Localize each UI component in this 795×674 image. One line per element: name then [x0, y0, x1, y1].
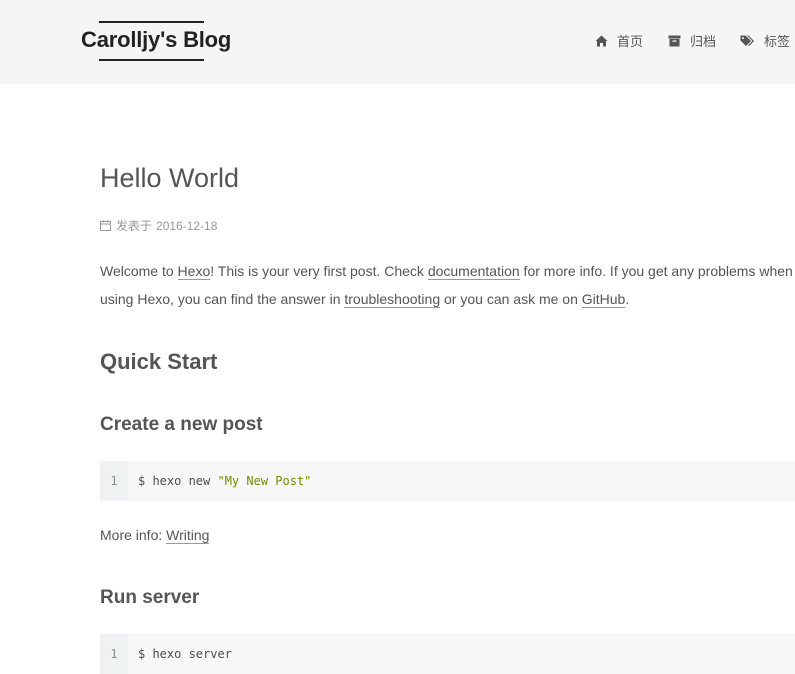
code-string: "My New Post": [217, 474, 312, 488]
run-server-heading: Run server: [100, 587, 200, 608]
post-meta-prefix: 发表于: [116, 219, 153, 233]
brand-line-bottom: [99, 59, 204, 61]
intro-line-1: Welcome to Hexo! This is your very first…: [100, 257, 793, 285]
create-post-heading: Create a new post: [100, 414, 263, 435]
quick-start-heading: Quick Start: [100, 349, 218, 374]
code-command: $ hexo new: [138, 474, 218, 488]
code-block-new-post: 1 $ hexo new "My New Post": [100, 461, 795, 501]
archive-icon: [668, 35, 681, 46]
hexo-link[interactable]: Hexo: [177, 263, 211, 280]
code-block-server: 1 $ hexo server: [100, 634, 795, 674]
github-link[interactable]: GitHub: [581, 291, 626, 308]
menu-item-home[interactable]: 首页: [595, 31, 643, 50]
code-line-number: 1: [100, 461, 128, 501]
intro-text-5: or you can ask me on: [440, 291, 582, 307]
writing-link[interactable]: Writing: [166, 527, 210, 544]
code-line-number: 1: [100, 634, 128, 674]
intro-text-6: .: [625, 291, 630, 307]
tags-icon: [740, 35, 754, 46]
code-line: $ hexo server: [138, 634, 232, 674]
troubleshooting-link[interactable]: troubleshooting: [344, 291, 441, 308]
brand-line-top: [99, 21, 204, 23]
home-icon: [595, 35, 608, 46]
site-brand[interactable]: Carolljy's Blog: [81, 21, 231, 61]
menu-item-tags[interactable]: 标签: [740, 31, 790, 50]
menu-label-home: 首页: [617, 35, 644, 50]
intro-text-4: using Hexo, you can find the answer in: [100, 291, 345, 307]
site-title[interactable]: Carolljy's Blog: [81, 27, 231, 53]
menu-item-archive[interactable]: 归档: [668, 31, 716, 50]
menu-label-tags: 标签: [764, 35, 791, 50]
menu-label-archive: 归档: [690, 35, 717, 50]
post-title[interactable]: Hello World: [100, 163, 239, 194]
intro-text-2: ! This is your very first post. Check: [210, 263, 428, 279]
post-date: 2016-12-18: [156, 218, 218, 233]
code-line: $ hexo new "My New Post": [138, 461, 311, 501]
site-header: Carolljy's Blog 首页 归档 标签: [0, 0, 795, 84]
intro-line-2: using Hexo, you can find the answer in t…: [100, 285, 629, 313]
more-info-prefix: More info:: [100, 527, 167, 543]
more-info-paragraph: More info: Writing: [100, 521, 210, 549]
code-command: $ hexo server: [138, 647, 232, 661]
documentation-link[interactable]: documentation: [427, 263, 520, 280]
calendar-icon: [100, 220, 111, 231]
intro-text-3: for more info. If you get any problems w…: [519, 263, 793, 279]
post-meta: 发表于 2016-12-18: [100, 217, 217, 234]
intro-text-1: Welcome to: [100, 263, 178, 279]
